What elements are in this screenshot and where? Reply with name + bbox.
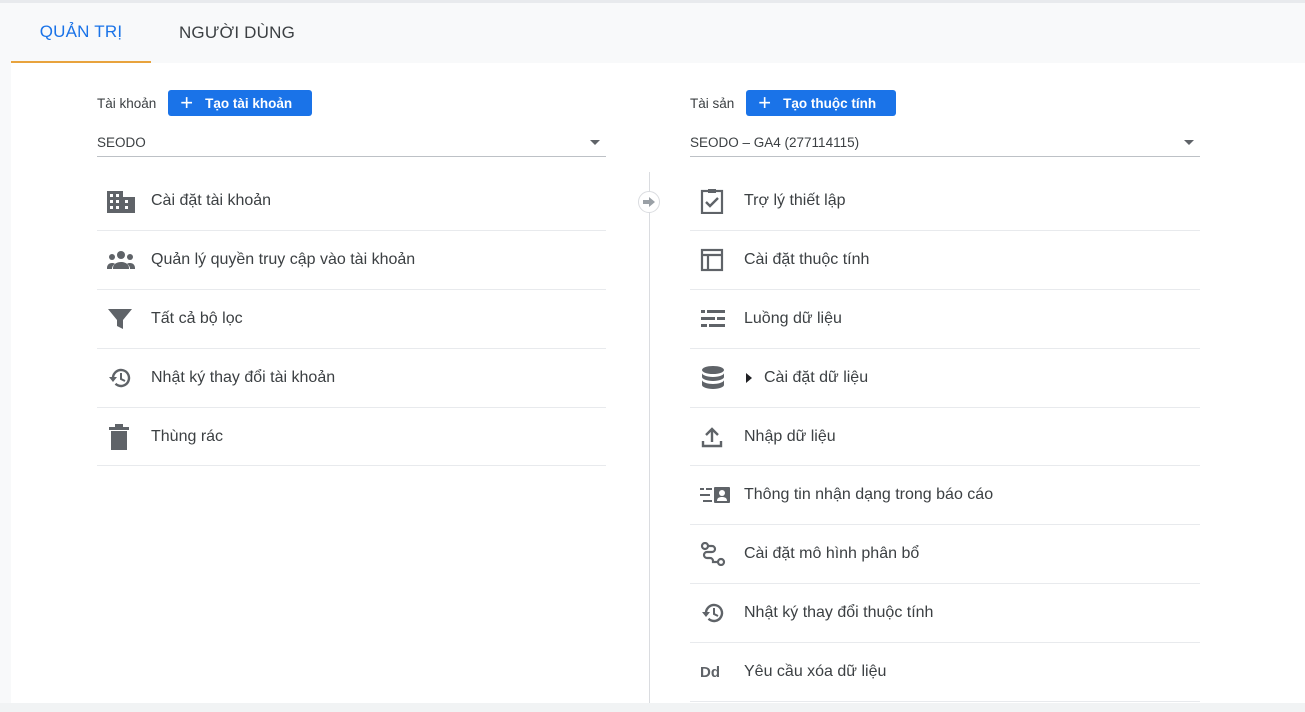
property-select-value: SEODO – GA4 (277114115) (690, 135, 860, 150)
menu-item-label: Yêu cầu xóa dữ liệu (744, 663, 887, 681)
menu-item-attribution-settings[interactable]: Cài đặt mô hình phân bổ (690, 525, 1200, 585)
menu-item-label: Trợ lý thiết lập (744, 191, 846, 209)
menu-item-data-settings[interactable]: Cài đặt dữ liệu (690, 349, 1200, 408)
menu-item-property-settings[interactable]: Cài đặt thuộc tính (690, 231, 1200, 290)
menu-item-label: Nhập dữ liệu (744, 427, 836, 445)
menu-item-data-streams[interactable]: Luồng dữ liệu (690, 290, 1200, 349)
caret-down-icon (1184, 140, 1194, 145)
account-menu: Cài đặt tài khoản Quản lý quyền truy cập… (97, 172, 606, 467)
account-header: Tài khoản + Tạo tài khoản (97, 90, 313, 116)
menu-item-all-filters[interactable]: Tất cả bộ lọc (97, 290, 606, 349)
history-icon (97, 366, 151, 390)
database-icon (690, 365, 744, 390)
admin-panel: Tài khoản + Tạo tài khoản SEODO Cài đặt … (11, 63, 1305, 703)
property-select[interactable]: SEODO – GA4 (277114115) (690, 129, 1200, 157)
tab-bar: QUẢN TRỊ NGƯỜI DÙNG (11, 3, 323, 63)
menu-item-account-settings[interactable]: Cài đặt tài khoản (97, 172, 606, 231)
menu-item-data-import[interactable]: Nhập dữ liệu (690, 408, 1200, 467)
create-account-label: Tạo tài khoản (205, 95, 293, 111)
column-divider (649, 172, 650, 703)
caret-right-icon[interactable] (746, 372, 752, 383)
history-icon (690, 601, 744, 625)
menu-item-label: Luồng dữ liệu (744, 309, 842, 327)
menu-item-label: Quản lý quyền truy cập vào tài khoản (151, 250, 416, 268)
caret-down-icon (590, 140, 600, 145)
property-header: Tài sản + Tạo thuộc tính (690, 90, 897, 116)
trash-icon (97, 423, 151, 450)
attribution-icon (690, 542, 744, 567)
menu-item-data-deletion-requests[interactable]: Dd Yêu cầu xóa dữ liệu (690, 643, 1200, 703)
people-icon (97, 250, 151, 270)
menu-item-label: Nhật ký thay đổi thuộc tính (744, 604, 934, 622)
menu-item-label: Cài đặt tài khoản (151, 191, 272, 209)
upload-icon (690, 425, 744, 449)
create-account-button[interactable]: + Tạo tài khoản (168, 90, 313, 116)
tab-admin[interactable]: QUẢN TRỊ (11, 3, 151, 63)
plus-icon: + (758, 90, 772, 115)
clipboard-check-icon (690, 188, 744, 214)
layout-icon (690, 248, 744, 272)
menu-item-label: Tất cả bộ lọc (151, 309, 243, 327)
menu-item-setup-assistant[interactable]: Trợ lý thiết lập (690, 172, 1200, 231)
bottom-border (0, 703, 1305, 712)
property-menu: Trợ lý thiết lập Cài đặt thuộc tính Luồn… (690, 172, 1200, 703)
menu-item-label: Cài đặt dữ liệu (764, 368, 869, 386)
menu-item-label: Cài đặt thuộc tính (744, 250, 870, 268)
create-property-label: Tạo thuộc tính (783, 95, 877, 111)
menu-item-label: Cài đặt mô hình phân bổ (744, 545, 920, 563)
reporting-identity-icon (690, 485, 744, 505)
account-select[interactable]: SEODO (97, 129, 606, 157)
plus-icon: + (180, 90, 194, 115)
dd-icon: Dd (690, 664, 744, 681)
dd-icon-text: Dd (700, 663, 720, 681)
filter-icon (97, 308, 151, 330)
menu-item-label: Thùng rác (151, 427, 224, 445)
menu-item-label: Thông tin nhận dạng trong báo cáo (744, 486, 994, 504)
menu-item-property-change-history[interactable]: Nhật ký thay đổi thuộc tính (690, 584, 1200, 644)
arrow-right-icon (638, 191, 660, 213)
account-select-value: SEODO (97, 135, 146, 150)
create-property-button[interactable]: + Tạo thuộc tính (746, 90, 897, 116)
menu-item-reporting-identity[interactable]: Thông tin nhận dạng trong báo cáo (690, 466, 1200, 526)
menu-item-account-change-history[interactable]: Nhật ký thay đổi tài khoản (97, 349, 606, 408)
data-streams-icon (690, 308, 744, 330)
account-label: Tài khoản (97, 95, 157, 111)
tab-users[interactable]: NGƯỜI DÙNG (151, 3, 323, 63)
property-label: Tài sản (690, 95, 735, 111)
building-icon (97, 189, 151, 213)
menu-item-trash[interactable]: Thùng rác (97, 408, 606, 467)
menu-item-label: Nhật ký thay đổi tài khoản (151, 368, 336, 386)
menu-item-account-access[interactable]: Quản lý quyền truy cập vào tài khoản (97, 231, 606, 290)
